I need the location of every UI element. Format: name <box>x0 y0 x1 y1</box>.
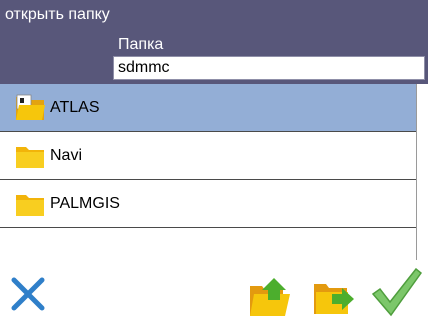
open-folder-button[interactable] <box>312 278 358 318</box>
folder-icon <box>16 147 44 168</box>
folder-up-icon <box>250 278 290 316</box>
folder-label: Папка <box>118 36 164 53</box>
window-title: открыть папку <box>0 0 428 30</box>
list-item-label: ATLAS <box>50 99 100 116</box>
folder-icon <box>16 195 44 216</box>
list-item[interactable]: PALMGIS <box>0 180 416 228</box>
close-icon <box>11 277 45 311</box>
list-item[interactable]: Navi <box>0 132 416 180</box>
folder-open-icon <box>16 94 45 120</box>
ok-button[interactable] <box>370 267 423 318</box>
checkmark-icon <box>371 267 423 317</box>
list-item-label: Navi <box>50 147 83 164</box>
folder-path-input[interactable] <box>113 56 425 80</box>
folder-header: Папка <box>0 30 428 84</box>
cancel-button[interactable] <box>10 276 46 312</box>
folder-list: ATLAS Navi PALMGIS <box>0 84 417 260</box>
folder-open-arrow-icon <box>314 284 354 314</box>
list-item[interactable]: ATLAS <box>0 84 416 132</box>
folder-up-button[interactable] <box>248 274 294 318</box>
bottom-toolbar <box>0 262 428 319</box>
list-item-label: PALMGIS <box>50 195 120 212</box>
list-scrollbar[interactable] <box>417 84 428 260</box>
